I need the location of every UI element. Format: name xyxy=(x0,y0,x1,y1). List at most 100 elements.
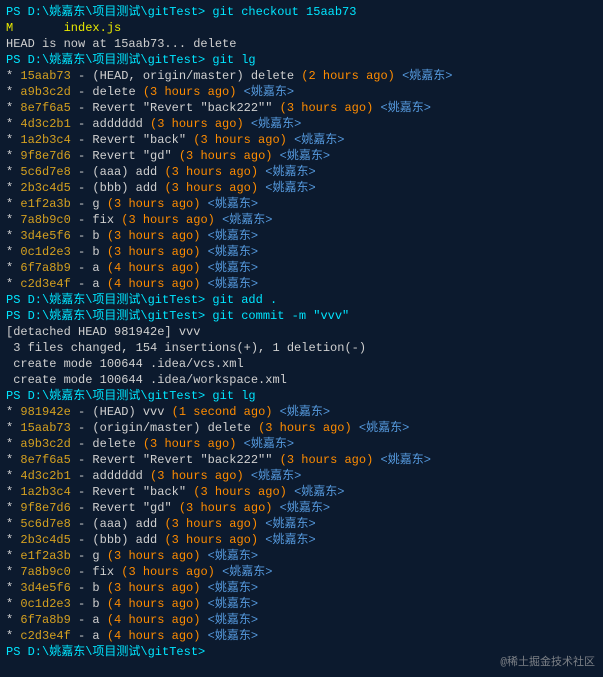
line-segment: (3 hours ago) xyxy=(280,101,374,115)
line-segment: - Revert "Revert "back222"" xyxy=(71,453,280,467)
line-segment: M index.js xyxy=(6,21,121,35)
line-segment: * xyxy=(6,213,20,227)
line-segment: - (bbb) add xyxy=(71,181,165,195)
terminal-line: * e1f2a3b - g (3 hours ago) <姚嘉东> xyxy=(6,548,597,564)
terminal-line: * 5c6d7e8 - (aaa) add (3 hours ago) <姚嘉东… xyxy=(6,164,597,180)
line-segment: 4d3c2b1 xyxy=(20,469,70,483)
line-segment: - delete xyxy=(71,437,143,451)
line-segment: (2 hours ago) xyxy=(301,69,395,83)
terminal-line: create mode 100644 .idea/vcs.xml xyxy=(6,356,597,372)
line-segment: - b xyxy=(71,581,107,595)
terminal-line: * 9f8e7d6 - Revert "gd" (3 hours ago) <姚… xyxy=(6,500,597,516)
line-segment: - adddddd xyxy=(71,469,150,483)
line-segment: * xyxy=(6,133,20,147)
line-segment: PS D:\姚嘉东\项目测试\gitTest> git add . xyxy=(6,293,277,307)
line-segment: - Revert "gd" xyxy=(71,501,179,515)
line-segment: c2d3e4f xyxy=(20,277,70,291)
line-segment: (3 hours ago) xyxy=(107,197,201,211)
line-segment: 15aab73 xyxy=(20,421,70,435)
line-segment: - a xyxy=(71,613,107,627)
line-segment: <姚嘉东> xyxy=(200,229,258,243)
terminal-line: * 6f7a8b9 - a (4 hours ago) <姚嘉东> xyxy=(6,612,597,628)
line-segment: - (origin/master) delete xyxy=(71,421,258,435)
line-segment: * xyxy=(6,85,20,99)
line-segment: (3 hours ago) xyxy=(179,501,273,515)
terminal-line: * 0c1d2e3 - b (3 hours ago) <姚嘉东> xyxy=(6,244,597,260)
line-segment: create mode 100644 .idea/workspace.xml xyxy=(6,373,287,387)
line-segment: (3 hours ago) xyxy=(164,165,258,179)
terminal-line: create mode 100644 .idea/workspace.xml xyxy=(6,372,597,388)
line-segment: 6f7a8b9 xyxy=(20,261,70,275)
line-segment: (3 hours ago) xyxy=(107,245,201,259)
line-segment: (3 hours ago) xyxy=(121,565,215,579)
line-segment: * xyxy=(6,405,20,419)
line-segment: <姚嘉东> xyxy=(272,501,330,515)
line-segment: <姚嘉东> xyxy=(373,453,431,467)
line-segment: - a xyxy=(71,261,107,275)
line-segment: PS D:\姚嘉东\项目测试\gitTest> git checkout 15a… xyxy=(6,5,356,19)
terminal-line: * a9b3c2d - delete (3 hours ago) <姚嘉东> xyxy=(6,84,597,100)
terminal-line: [detached HEAD 981942e] vvv xyxy=(6,324,597,340)
line-segment: <姚嘉东> xyxy=(200,245,258,259)
line-segment: 15aab73 xyxy=(20,69,70,83)
line-segment: (3 hours ago) xyxy=(150,469,244,483)
line-segment: - (aaa) add xyxy=(71,165,165,179)
line-segment: * xyxy=(6,629,20,643)
line-segment: (4 hours ago) xyxy=(107,629,201,643)
line-segment: PS D:\姚嘉东\项目测试\gitTest> git lg xyxy=(6,389,256,403)
terminal-line: * 981942e - (HEAD) vvv (1 second ago) <姚… xyxy=(6,404,597,420)
line-segment: - Revert "back" xyxy=(71,485,193,499)
terminal-line: * 6f7a8b9 - a (4 hours ago) <姚嘉东> xyxy=(6,260,597,276)
line-segment: * xyxy=(6,421,20,435)
line-segment: <姚嘉东> xyxy=(258,517,316,531)
line-segment: e1f2a3b xyxy=(20,549,70,563)
line-segment: <姚嘉东> xyxy=(200,629,258,643)
line-segment: 7a8b9c0 xyxy=(20,565,70,579)
line-segment: 981942e xyxy=(20,405,70,419)
line-segment: 8e7f6a5 xyxy=(20,101,70,115)
line-segment: 6f7a8b9 xyxy=(20,613,70,627)
line-segment: <姚嘉东> xyxy=(287,485,345,499)
line-segment: 5c6d7e8 xyxy=(20,517,70,531)
line-segment: <姚嘉东> xyxy=(200,277,258,291)
line-segment: PS D:\姚嘉东\项目测试\gitTest> git lg xyxy=(6,53,256,67)
line-segment: - b xyxy=(71,245,107,259)
line-segment: - b xyxy=(71,229,107,243)
line-segment: (3 hours ago) xyxy=(107,581,201,595)
line-segment: <姚嘉东> xyxy=(236,437,294,451)
terminal-line: * 8e7f6a5 - Revert "Revert "back222"" (3… xyxy=(6,452,597,468)
terminal-window[interactable]: PS D:\姚嘉东\项目测试\gitTest> git checkout 15a… xyxy=(0,0,603,677)
line-segment: <姚嘉东> xyxy=(200,597,258,611)
line-segment: 4d3c2b1 xyxy=(20,117,70,131)
line-segment: (3 hours ago) xyxy=(107,549,201,563)
line-segment: - g xyxy=(71,197,107,211)
line-segment: - Revert "back" xyxy=(71,133,193,147)
line-segment: <姚嘉东> xyxy=(200,581,258,595)
line-segment: create mode 100644 .idea/vcs.xml xyxy=(6,357,244,371)
terminal-line: * 4d3c2b1 - adddddd (3 hours ago) <姚嘉东> xyxy=(6,116,597,132)
watermark: @稀土掘金技术社区 xyxy=(500,653,595,669)
line-segment: (3 hours ago) xyxy=(150,117,244,131)
line-segment: * xyxy=(6,581,20,595)
line-segment: 3d4e5f6 xyxy=(20,581,70,595)
line-segment: 9f8e7d6 xyxy=(20,149,70,163)
terminal-line: * 4d3c2b1 - adddddd (3 hours ago) <姚嘉东> xyxy=(6,468,597,484)
line-segment: <姚嘉东> xyxy=(215,213,273,227)
line-segment: <姚嘉东> xyxy=(236,85,294,99)
terminal-line: * 2b3c4d5 - (bbb) add (3 hours ago) <姚嘉东… xyxy=(6,532,597,548)
line-segment: * xyxy=(6,469,20,483)
line-segment: <姚嘉东> xyxy=(244,469,302,483)
line-segment: * xyxy=(6,437,20,451)
line-segment: 0c1d2e3 xyxy=(20,597,70,611)
terminal-line: * 15aab73 - (origin/master) delete (3 ho… xyxy=(6,420,597,436)
terminal-line: PS D:\姚嘉东\项目测试\gitTest> git lg xyxy=(6,388,597,404)
line-segment: <姚嘉东> xyxy=(215,565,273,579)
line-segment: <姚嘉东> xyxy=(258,181,316,195)
line-segment: - b xyxy=(71,597,107,611)
terminal-line: * e1f2a3b - g (3 hours ago) <姚嘉东> xyxy=(6,196,597,212)
line-segment: <姚嘉东> xyxy=(272,149,330,163)
line-segment: <姚嘉东> xyxy=(352,421,410,435)
terminal-line: * a9b3c2d - delete (3 hours ago) <姚嘉东> xyxy=(6,436,597,452)
line-segment: 9f8e7d6 xyxy=(20,501,70,515)
line-segment: - adddddd xyxy=(71,117,150,131)
